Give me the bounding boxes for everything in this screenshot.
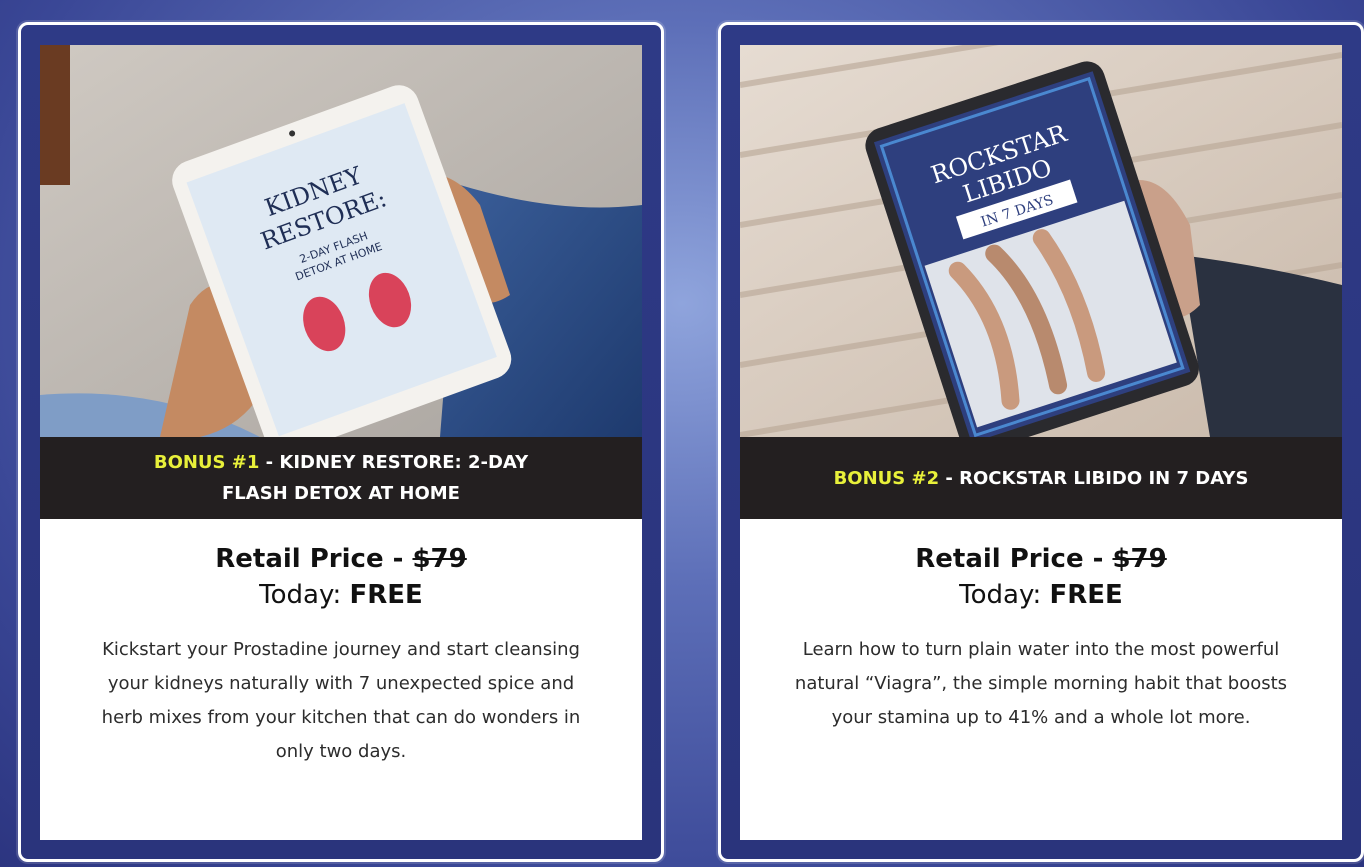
- bonus-description: Learn how to turn plain water into the m…: [794, 639, 1288, 728]
- bonus-number: BONUS #1: [153, 452, 260, 473]
- title-separator: -: [939, 467, 960, 489]
- today-value: FREE: [349, 580, 423, 610]
- old-price: $79: [412, 544, 467, 574]
- today-label: Today:: [959, 580, 1050, 610]
- bonus-card-1: KIDNEY RESTORE: 2-DAY FLASH DETOX AT HOM…: [18, 22, 664, 862]
- bonus-card-content: ROCKSTAR LIBIDO IN 7 DAYS BONUS #2 - ROC…: [740, 45, 1342, 840]
- retail-label: Retail Price -: [915, 544, 1113, 574]
- price-block: Retail Price - $79 Today: FREE: [40, 541, 642, 613]
- bonus-title-banner: BONUS #2 - ROCKSTAR LIBIDO IN 7 DAYS: [740, 437, 1342, 519]
- today-price: Today: FREE: [40, 577, 642, 613]
- retail-price: Retail Price - $79: [40, 541, 642, 577]
- price-block: Retail Price - $79 Today: FREE: [740, 541, 1342, 613]
- title-separator: -: [259, 452, 280, 473]
- bonus-number: BONUS #2: [833, 467, 940, 489]
- old-price: $79: [1112, 544, 1167, 574]
- bonus-title: ROCKSTAR LIBIDO IN 7 DAYS: [959, 467, 1249, 489]
- today-label: Today:: [259, 580, 350, 610]
- bonus-2-product-photo: ROCKSTAR LIBIDO IN 7 DAYS: [740, 45, 1342, 437]
- bonus-title-banner: BONUS #1 - KIDNEY RESTORE: 2-DAY FLASH D…: [40, 437, 642, 519]
- today-price: Today: FREE: [740, 577, 1342, 613]
- today-value: FREE: [1049, 580, 1123, 610]
- retail-price: Retail Price - $79: [740, 541, 1342, 577]
- retail-label: Retail Price -: [215, 544, 413, 574]
- bonus-card-content: KIDNEY RESTORE: 2-DAY FLASH DETOX AT HOM…: [40, 45, 642, 840]
- bonus-title: KIDNEY RESTORE: 2-DAY: [279, 452, 529, 473]
- bonus-title: FLASH DETOX AT HOME: [222, 483, 460, 504]
- bonus-description: Kickstart your Prostadine journey and st…: [101, 639, 581, 762]
- bonus-card-2: ROCKSTAR LIBIDO IN 7 DAYS BONUS #2 - ROC…: [718, 22, 1364, 862]
- bonus-1-product-photo: KIDNEY RESTORE: 2-DAY FLASH DETOX AT HOM…: [40, 45, 642, 437]
